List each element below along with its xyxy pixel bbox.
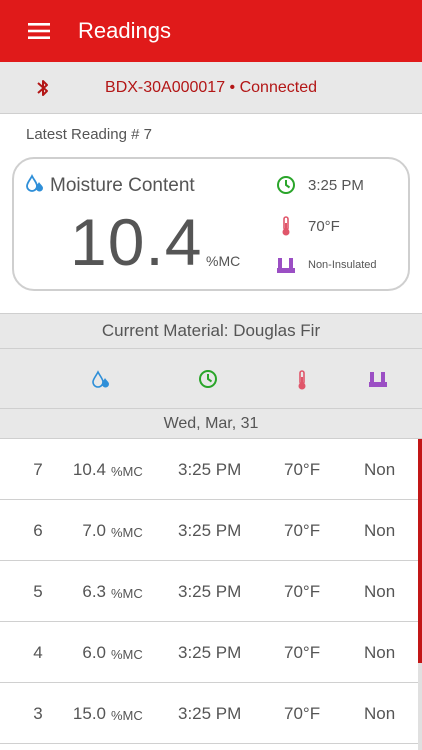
reading-time: 3:25 PM	[178, 521, 242, 540]
connection-status: BDX-30A000017 • Connected	[105, 79, 317, 96]
list-item[interactable]: 3 15.0 %MC 3:25 PM 70°F Non	[0, 683, 418, 744]
readings-list: 7 10.4 %MC 3:25 PM 70°F Non 6 7.0 %MC 3:…	[0, 439, 422, 750]
reading-time: 3:25 PM	[178, 460, 242, 479]
hamburger-menu-icon	[28, 23, 50, 39]
reading-mc-unit: %MC	[111, 647, 143, 662]
latest-reading-label: Latest Reading # 7	[26, 126, 152, 143]
reading-mc: 6.3	[82, 582, 106, 601]
column-header	[0, 349, 422, 409]
probe-icon[interactable]	[368, 369, 388, 394]
reading-temp: 70°F	[284, 521, 321, 540]
date-header: Wed, Mar, 31	[0, 409, 422, 439]
reading-insulation: Non	[364, 704, 396, 723]
clock-icon	[276, 175, 296, 195]
drop-icon	[26, 173, 43, 192]
clock-icon[interactable]	[198, 369, 218, 394]
list-item[interactable]: 5 6.3 %MC 3:25 PM 70°F Non	[0, 561, 418, 622]
reading-insulation: Non	[364, 582, 396, 601]
connection-bar[interactable]: BDX-30A000017 • Connected	[0, 62, 422, 114]
probe-icon	[276, 255, 296, 275]
page-title: Readings	[78, 18, 171, 43]
reading-insulation: Non	[364, 643, 396, 662]
reading-insulation: Non	[364, 521, 396, 540]
moisture-content-value: 10.4	[70, 205, 203, 279]
reading-time: 3:25 PM	[178, 582, 242, 601]
app-bar: Readings	[0, 0, 422, 62]
reading-mc: 10.4	[72, 460, 106, 479]
card-time-row: 3:25 PM	[276, 175, 364, 195]
thermometer-icon	[276, 215, 296, 237]
reading-temp: 70°F	[284, 643, 321, 662]
scrollbar-thumb[interactable]	[418, 439, 422, 663]
reading-insulation: Non	[364, 460, 396, 479]
thermometer-icon[interactable]	[296, 369, 308, 396]
reading-mc-unit: %MC	[111, 525, 143, 540]
reading-mc-unit: %MC	[111, 586, 143, 601]
moisture-content-unit: %MC	[206, 253, 241, 269]
reading-temp: 70°F	[284, 704, 321, 723]
card-insulation-row: Non-Insulated	[276, 255, 377, 275]
list-item[interactable]: 6 7.0 %MC 3:25 PM 70°F Non	[0, 500, 418, 561]
reading-mc-unit: %MC	[111, 708, 143, 723]
card-time: 3:25 PM	[308, 176, 364, 194]
menu-button[interactable]	[0, 0, 78, 62]
moisture-content-label: Moisture Content	[50, 175, 195, 196]
list-item[interactable]: 7 10.4 %MC 3:25 PM 70°F Non	[0, 439, 418, 500]
reading-mc: 15.0	[72, 704, 106, 723]
current-material-bar[interactable]: Current Material: Douglas Fir	[0, 313, 422, 349]
reading-mc-unit: %MC	[111, 464, 143, 479]
reading-mc: 6.0	[82, 643, 106, 662]
reading-temp: 70°F	[284, 460, 321, 479]
card-insulation: Non-Insulated	[308, 259, 377, 271]
card-temp: 70°F	[308, 217, 340, 235]
reading-time: 3:25 PM	[178, 643, 242, 662]
list-item[interactable]: 4 6.0 %MC 3:25 PM 70°F Non	[0, 622, 418, 683]
latest-reading-card: Moisture Content 10.4 %MC 3:25 PM 70°F N…	[12, 157, 410, 291]
drop-icon[interactable]	[91, 369, 111, 396]
reading-time: 3:25 PM	[178, 704, 242, 723]
card-temp-row: 70°F	[276, 215, 340, 237]
reading-mc: 7.0	[82, 521, 106, 540]
reading-temp: 70°F	[284, 582, 321, 601]
